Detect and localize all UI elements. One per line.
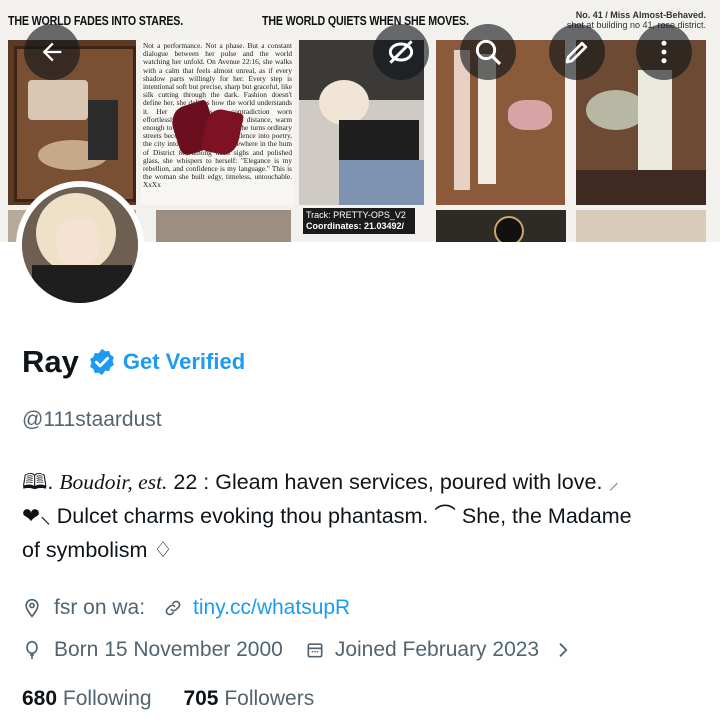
banner-thumb-4 (576, 210, 706, 242)
banner-track-label: Track: PRETTY-OPS_V2 Coordinates: 21.034… (303, 208, 415, 234)
banner-caption-center: THE WORLD QUIETS WHEN SHE MOVES. (262, 13, 469, 28)
chevron-right-icon[interactable] (553, 640, 573, 660)
display-name: Ray (22, 344, 79, 379)
calendar-icon (305, 640, 325, 660)
more-vertical-icon (661, 40, 667, 64)
get-verified-link[interactable]: Get Verified (123, 349, 245, 375)
track-line1: Track: PRETTY-OPS_V2 (306, 210, 406, 220)
profile-bio: 🕮. Boudoir, est. 22 : Gleam haven servic… (22, 465, 702, 567)
followers-count: 705 (183, 687, 219, 710)
edit-button[interactable] (549, 24, 605, 80)
eye-off-icon (388, 40, 414, 64)
bio-line-3: of symbolism ♢ (22, 538, 173, 562)
location-text: fsr on wa: (54, 596, 146, 619)
profile-handle: @111staardust (22, 408, 162, 431)
joined-date: Joined February 2023 (334, 638, 540, 661)
bio-line-1-text: 22 : Gleam haven services, poured with l… (167, 470, 603, 494)
following-label: Following (62, 687, 152, 710)
bio-line-1: 🕮. Boudoir, est. 22 : Gleam haven servic… (22, 465, 702, 499)
banner-caption-left: THE WORLD FADES INTO STARES. (8, 13, 184, 28)
pencil-icon (565, 41, 588, 64)
hide-button[interactable] (373, 24, 429, 80)
more-button[interactable] (636, 24, 692, 80)
followers-label: Followers (224, 687, 315, 710)
book-glyph: 🕮. (22, 470, 54, 494)
banner-thumb-3 (436, 210, 566, 242)
search-button[interactable] (460, 24, 516, 80)
verified-badge-icon (90, 348, 114, 376)
website-link[interactable]: tiny.cc/whatsupR (193, 596, 350, 620)
banner-red-heels (168, 90, 248, 165)
link-icon (163, 598, 183, 618)
birth-date: Born 15 November 2000 (54, 638, 283, 661)
avatar[interactable] (22, 187, 138, 303)
bio-arc-glyph: ⌒ (428, 504, 462, 528)
following-count: 680 (22, 687, 58, 710)
track-line2: Coordinates: 21.03492/ (306, 221, 405, 231)
location-pin-icon (22, 598, 42, 618)
bio-line-2-rest: She, the Madame (461, 504, 632, 528)
search-icon (475, 39, 502, 66)
bio-line-2: ❤︎⸜ Dulcet charms evoking thou phantasm.… (22, 499, 702, 533)
banner-thumb-2 (156, 210, 291, 242)
following-stat[interactable]: 680 Following (22, 687, 152, 710)
followers-stat[interactable]: 705 Followers (183, 687, 314, 710)
profile-name-row: Ray Get Verified (22, 342, 245, 382)
follow-stats: 680 Following 705 Followers (22, 687, 314, 711)
bio-tail-glyph: ⸝ (608, 470, 620, 494)
back-button[interactable] (24, 24, 80, 80)
bio-italic: Boudoir, est. (59, 470, 168, 494)
heart-glyph: ❤︎⸜ (22, 504, 51, 528)
birth-joined-row: Born 15 November 2000 Joined February 20… (22, 638, 585, 662)
location-website-row: fsr on wa: tiny.cc/whatsupR (22, 596, 350, 620)
bio-line-2-text: Dulcet charms evoking thou phantasm. (50, 504, 429, 528)
back-arrow-icon (42, 42, 62, 62)
balloon-icon (22, 640, 42, 660)
banner-note-line1: No. 41 / Miss Almost-Behaved. (575, 10, 706, 20)
